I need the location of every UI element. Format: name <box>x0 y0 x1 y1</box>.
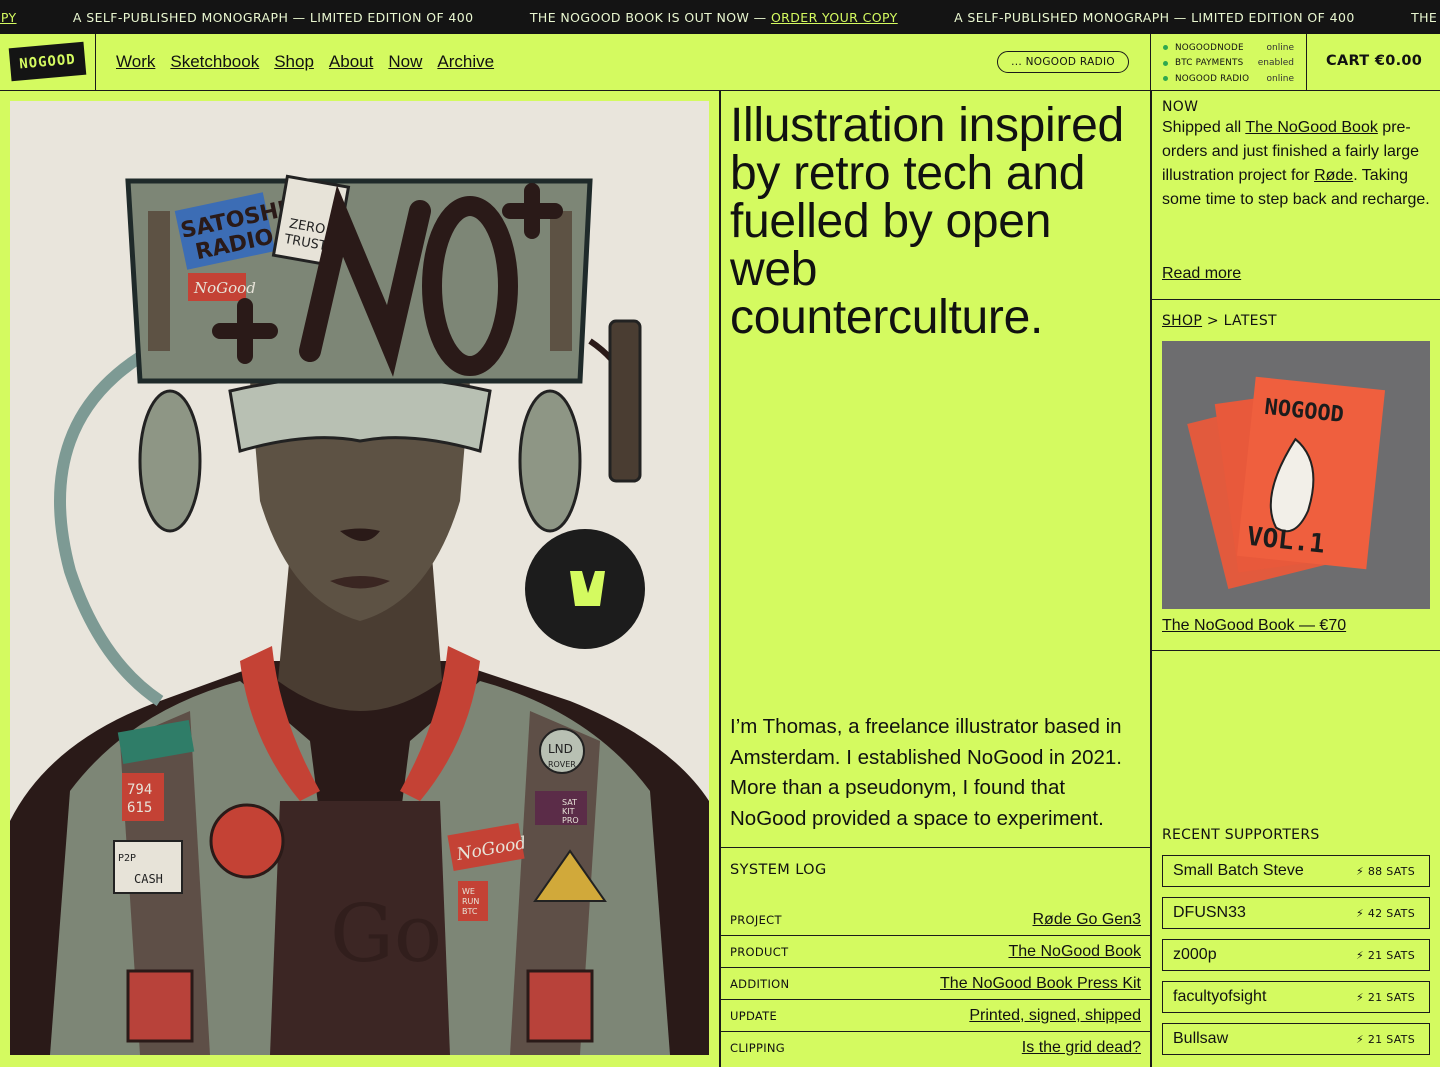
nav-link-about[interactable]: About <box>329 52 373 72</box>
log-link[interactable]: Is the grid dead? <box>1022 1039 1141 1057</box>
status-name: NOGOODNODE <box>1175 42 1244 53</box>
now-title: NOW <box>1162 99 1199 115</box>
patch-text: 794 <box>127 782 152 798</box>
log-link[interactable]: Printed, signed, shipped <box>969 1007 1141 1025</box>
cart-button[interactable]: CART €0.00 <box>1326 53 1422 69</box>
hero-illustration[interactable]: SATOSHI RADIO ZERO TRUST NoGood 794 615 … <box>10 101 709 1055</box>
status-row: NOGOODNODE online <box>1163 40 1294 56</box>
system-log-title: SYSTEM LOG <box>730 862 827 878</box>
supporter-row: DFUSN33 ⚡ 42 SATS <box>1162 897 1430 929</box>
shop-title-rest: > LATEST <box>1202 313 1277 329</box>
supporter-row: facultyofsight ⚡ 21 SATS <box>1162 981 1430 1013</box>
now-text: Shipped all The NoGood Book pre-orders a… <box>1162 116 1430 212</box>
ticker-order-link-fragment[interactable]: R COPY <box>0 10 17 25</box>
announcement-ticker: R COPY A SELF-PUBLISHED MONOGRAPH — LIMI… <box>0 0 1440 34</box>
nav-link-work[interactable]: Work <box>116 52 155 72</box>
nogood-logo[interactable]: NOGOOD <box>8 41 87 82</box>
online-dot-icon <box>1163 45 1168 51</box>
log-key: PROJECT <box>730 913 782 927</box>
nav-link-now[interactable]: Now <box>388 52 422 72</box>
supporter-name: facultyofsight <box>1173 988 1267 1005</box>
shop-link[interactable]: SHOP <box>1162 313 1202 329</box>
supporters-title: RECENT SUPPORTERS <box>1162 827 1320 843</box>
status-value: online <box>1266 73 1294 84</box>
book-stack-image: NOGOOD VOL.1 <box>1187 376 1386 589</box>
bio-text: I’m Thomas, a freelance illustrator base… <box>730 715 1122 830</box>
cyberpunk-character-illustration: SATOSHI RADIO ZERO TRUST NoGood 794 615 … <box>10 174 709 1055</box>
logo-cell: NOGOOD <box>0 34 96 90</box>
supporter-sats: ⚡ 21 SATS <box>1356 948 1415 962</box>
main-nav: Work Sketchbook Shop About Now Archive <box>116 52 494 72</box>
log-link[interactable]: The NoGood Book Press Kit <box>940 975 1141 993</box>
patch-text: RUN <box>462 897 479 906</box>
patch-text: BTC <box>462 907 478 916</box>
nogood-book-image[interactable]: NOGOOD VOL.1 <box>1162 341 1430 609</box>
shop-latest-panel: SHOP > LATEST NOGOOD VOL.1 The NoGood Bo… <box>1151 300 1440 651</box>
system-log-row: UPDATE Printed, signed, shipped <box>720 999 1151 1031</box>
system-log-row: ADDITION The NoGood Book Press Kit <box>720 967 1151 999</box>
patch-text: P2P <box>118 853 136 864</box>
supporter-sats: ⚡ 21 SATS <box>1356 1032 1415 1046</box>
site-header: NOGOOD Work Sketchbook Shop About Now Ar… <box>0 34 1440 91</box>
now-text-part: Shipped all <box>1162 119 1246 136</box>
log-link[interactable]: The NoGood Book <box>1008 943 1141 961</box>
supporter-name: Bullsaw <box>1173 1030 1229 1047</box>
status-value: online <box>1266 42 1294 53</box>
status-row: NOGOOD RADIO online <box>1163 71 1294 87</box>
status-value: enabled <box>1257 58 1294 69</box>
read-more-link[interactable]: Read more <box>1162 265 1241 283</box>
ticker-message: A SELF-PUBLISHED MONOGRAPH — LIMITED EDI… <box>72 10 474 25</box>
supporter-name: DFUSN33 <box>1173 904 1246 921</box>
system-log: SYSTEM LOG PROJECT Røde Go Gen3 PRODUCT … <box>720 847 1151 1067</box>
patch-text: SAT <box>562 798 577 807</box>
now-panel: NOW Shipped all The NoGood Book pre-orde… <box>1151 91 1440 300</box>
system-log-row: CLIPPING Is the grid dead? <box>720 1031 1151 1063</box>
system-log-row: PRODUCT The NoGood Book <box>720 935 1151 967</box>
patch-text: WE <box>462 887 475 896</box>
ticker-message: THE NOGO <box>1411 10 1440 25</box>
supporter-sats: ⚡ 21 SATS <box>1356 990 1415 1004</box>
patch-text: LND <box>548 742 573 756</box>
supporter-name: z000p <box>1173 946 1217 963</box>
visor-sticker-text: NoGood <box>193 279 256 297</box>
ticker-order-link[interactable]: ORDER YOUR COPY <box>771 10 898 25</box>
supporter-row: Bullsaw ⚡ 21 SATS <box>1162 1023 1430 1055</box>
system-log-row: PROJECT Røde Go Gen3 <box>720 904 1151 936</box>
online-dot-icon <box>1163 76 1168 82</box>
supporter-row: Small Batch Steve ⚡ 88 SATS <box>1162 855 1430 887</box>
log-link[interactable]: Røde Go Gen3 <box>1033 911 1142 929</box>
patch-text: ROVER <box>548 760 576 769</box>
log-key: CLIPPING <box>730 1040 786 1055</box>
book-product-link[interactable]: The NoGood Book — €70 <box>1162 617 1346 635</box>
patch-text: PRO <box>562 816 579 825</box>
status-name: BTC PAYMENTS <box>1175 58 1244 69</box>
online-dot-icon <box>1163 60 1168 66</box>
patch-text: KIT <box>562 807 575 816</box>
rode-link[interactable]: Røde <box>1314 167 1353 184</box>
ticker-message: THE NOGOOD BOOK IS OUT NOW — ORDER YOUR … <box>530 10 898 25</box>
patch-text: 615 <box>127 800 152 816</box>
svg-text:Go: Go <box>330 887 442 980</box>
status-row: BTC PAYMENTS enabled <box>1163 56 1294 72</box>
nav-link-archive[interactable]: Archive <box>437 52 494 72</box>
ticker-message: A SELF-PUBLISHED MONOGRAPH — LIMITED EDI… <box>954 10 1355 25</box>
nogood-radio-button[interactable]: ... NOGOOD RADIO <box>997 51 1129 73</box>
log-key: PRODUCT <box>730 944 789 959</box>
log-key: UPDATE <box>730 1008 778 1023</box>
ticker-text: THE NOGOOD BOOK IS OUT NOW — <box>529 10 771 25</box>
shop-title: SHOP > LATEST <box>1162 313 1277 329</box>
page-headline: Illustration inspired by retro tech and … <box>730 99 1124 344</box>
supporter-name: Small Batch Steve <box>1173 862 1304 879</box>
log-key: ADDITION <box>730 976 790 991</box>
nogood-book-link[interactable]: The NoGood Book <box>1245 119 1378 136</box>
nav-link-shop[interactable]: Shop <box>274 52 314 72</box>
supporter-sats: ⚡ 42 SATS <box>1356 906 1415 920</box>
system-status: NOGOODNODE online BTC PAYMENTS enabled NOG… <box>1150 34 1307 90</box>
supporter-row: z000p ⚡ 21 SATS <box>1162 939 1430 971</box>
patch-text: CASH <box>134 872 163 886</box>
supporter-sats: ⚡ 88 SATS <box>1356 864 1415 878</box>
nav-link-sketchbook[interactable]: Sketchbook <box>170 52 259 72</box>
status-name: NOGOOD RADIO <box>1175 73 1250 84</box>
